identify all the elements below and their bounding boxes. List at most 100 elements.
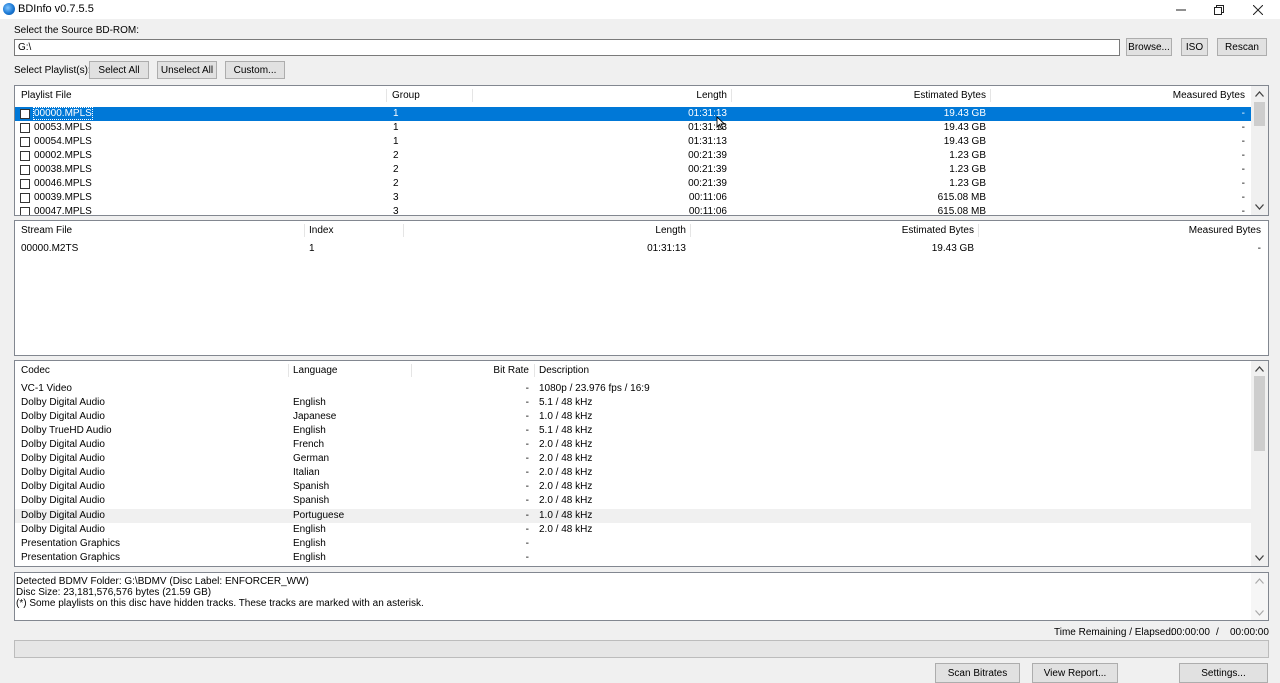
unselect-all-button[interactable]: Unselect All	[157, 61, 217, 79]
playlist-row[interactable]: 00054.MPLS 1 01:31:13 19.43 GB -	[15, 135, 1251, 149]
col-estimated-bytes[interactable]: Estimated Bytes	[734, 90, 986, 101]
playlist-list[interactable]: Playlist File Group Length Estimated Byt…	[14, 85, 1269, 216]
playlist-checkbox[interactable]	[20, 137, 30, 147]
close-button[interactable]	[1239, 0, 1277, 19]
playlist-checkbox[interactable]	[20, 165, 30, 175]
select-all-button[interactable]: Select All	[89, 61, 149, 79]
playlist-checkbox[interactable]	[20, 123, 30, 133]
playlist-measured: -	[1241, 206, 1245, 216]
codec-bitrate: -	[525, 453, 529, 464]
codec-row[interactable]: Dolby Digital Audio French - 2.0 / 48 kH…	[15, 438, 1251, 452]
col-codec[interactable]: Codec	[21, 365, 50, 376]
playlist-row[interactable]: 00053.MPLS 1 01:31:13 19.43 GB -	[15, 121, 1251, 135]
codec-row[interactable]: Presentation Graphics English -	[15, 537, 1251, 551]
codec-bitrate: -	[525, 411, 529, 422]
col-stream-file[interactable]: Stream File	[21, 225, 72, 236]
column-divider	[978, 224, 979, 237]
codec-language: English	[293, 552, 326, 563]
codec-bitrate: -	[525, 467, 529, 478]
playlist-checkbox[interactable]	[20, 179, 30, 189]
restore-button[interactable]	[1200, 0, 1238, 19]
playlist-row[interactable]: 00000.MPLS 1 01:31:13 19.43 GB -	[15, 107, 1251, 121]
scroll-down-icon[interactable]	[1251, 200, 1268, 214]
time-remaining: 00:00:00	[1171, 627, 1210, 638]
codec-name: Dolby Digital Audio	[21, 495, 105, 506]
scroll-thumb[interactable]	[1254, 102, 1265, 126]
col-bit-rate[interactable]: Bit Rate	[415, 365, 529, 376]
playlist-row[interactable]: 00038.MPLS 2 00:21:39 1.23 GB -	[15, 163, 1251, 177]
minimize-button[interactable]	[1162, 0, 1200, 19]
custom-button[interactable]: Custom...	[225, 61, 285, 79]
status-textbox[interactable]: Detected BDMV Folder: G:\BDMV (Disc Labe…	[14, 572, 1269, 621]
playlist-length: 00:21:39	[688, 178, 727, 189]
codec-row[interactable]: Dolby Digital Audio Spanish - 2.0 / 48 k…	[15, 480, 1251, 494]
playlist-file: 00039.MPLS	[34, 192, 92, 203]
codec-name: Dolby Digital Audio	[21, 397, 105, 408]
col-description[interactable]: Description	[539, 365, 589, 376]
browse-button[interactable]: Browse...	[1126, 38, 1172, 56]
codec-row[interactable]: Dolby Digital Audio English - 2.0 / 48 k…	[15, 523, 1251, 537]
codec-list[interactable]: Codec Language Bit Rate Description VC-1…	[14, 360, 1269, 567]
codec-name: Presentation Graphics	[21, 552, 120, 563]
stream-list[interactable]: Stream File Index Length Estimated Bytes…	[14, 220, 1269, 356]
scroll-thumb[interactable]	[1254, 376, 1265, 451]
playlist-checkbox[interactable]	[20, 109, 30, 119]
codec-row[interactable]: Dolby Digital Audio Spanish - 2.0 / 48 k…	[15, 494, 1251, 508]
playlist-file: 00002.MPLS	[34, 150, 92, 161]
codec-language: English	[293, 524, 326, 535]
codec-bitrate: -	[525, 495, 529, 506]
playlist-checkbox[interactable]	[20, 207, 30, 215]
col-measured-bytes[interactable]: Measured Bytes	[983, 225, 1261, 236]
stream-row[interactable]: 00000.M2TS 1 01:31:13 19.43 GB -	[15, 242, 1268, 256]
playlist-length: 01:31:13	[688, 136, 727, 147]
rescan-button[interactable]: Rescan	[1217, 38, 1267, 56]
col-language[interactable]: Language	[293, 365, 338, 376]
col-length[interactable]: Length	[475, 90, 727, 101]
codec-row[interactable]: Presentation Graphics English -	[15, 551, 1251, 565]
playlist-row[interactable]: 00047.MPLS 3 00:11:06 615.08 MB -	[15, 205, 1251, 216]
scroll-up-icon[interactable]	[1251, 362, 1268, 376]
playlist-scrollbar[interactable]	[1251, 86, 1268, 215]
codec-row[interactable]: Dolby TrueHD Audio English - 5.1 / 48 kH…	[15, 424, 1251, 438]
view-report-button[interactable]: View Report...	[1032, 663, 1118, 683]
codec-row[interactable]: Dolby Digital Audio Japanese - 1.0 / 48 …	[15, 410, 1251, 424]
codec-row[interactable]: Dolby Digital Audio English - 5.1 / 48 k…	[15, 396, 1251, 410]
codec-row[interactable]: VC-1 Video - 1080p / 23.976 fps / 16:9	[15, 382, 1251, 396]
playlist-length: 00:21:39	[688, 150, 727, 161]
codec-language: Italian	[293, 467, 320, 478]
stream-index: 1	[309, 243, 315, 254]
playlist-measured: -	[1241, 150, 1245, 161]
codec-scrollbar[interactable]	[1251, 361, 1268, 566]
col-estimated-bytes[interactable]: Estimated Bytes	[695, 225, 974, 236]
status-scrollbar[interactable]	[1251, 573, 1268, 620]
iso-button[interactable]: ISO	[1181, 38, 1208, 56]
scroll-down-icon[interactable]	[1251, 551, 1268, 565]
col-playlist-file[interactable]: Playlist File	[21, 90, 72, 101]
playlist-checkbox[interactable]	[20, 193, 30, 203]
codec-row[interactable]: Dolby Digital Audio Portuguese - 1.0 / 4…	[15, 509, 1251, 523]
playlist-checkbox[interactable]	[20, 151, 30, 161]
scan-bitrates-button[interactable]: Scan Bitrates	[935, 663, 1020, 683]
playlist-row[interactable]: 00039.MPLS 3 00:11:06 615.08 MB -	[15, 191, 1251, 205]
codec-row[interactable]: Dolby Digital Audio Italian - 2.0 / 48 k…	[15, 466, 1251, 480]
codec-bitrate: -	[525, 524, 529, 535]
column-divider	[534, 364, 535, 377]
codec-row[interactable]: Dolby Digital Audio German - 2.0 / 48 kH…	[15, 452, 1251, 466]
codec-language: Japanese	[293, 411, 337, 422]
codec-description: 2.0 / 48 kHz	[539, 495, 593, 506]
col-measured-bytes[interactable]: Measured Bytes	[993, 90, 1245, 101]
playlist-row[interactable]: 00002.MPLS 2 00:21:39 1.23 GB -	[15, 149, 1251, 163]
settings-button[interactable]: Settings...	[1179, 663, 1268, 683]
playlist-row[interactable]: 00046.MPLS 2 00:21:39 1.23 GB -	[15, 177, 1251, 191]
scroll-up-icon[interactable]	[1251, 574, 1268, 588]
codec-name: Presentation Graphics	[21, 538, 120, 549]
column-divider	[690, 224, 691, 237]
column-divider	[990, 89, 991, 102]
source-path-input[interactable]: G:\	[14, 39, 1120, 56]
col-index[interactable]: Index	[309, 225, 333, 236]
col-group[interactable]: Group	[392, 90, 420, 101]
scroll-up-icon[interactable]	[1251, 87, 1268, 101]
col-length[interactable]: Length	[407, 225, 686, 236]
column-divider	[304, 224, 305, 237]
scroll-down-icon[interactable]	[1251, 606, 1268, 620]
